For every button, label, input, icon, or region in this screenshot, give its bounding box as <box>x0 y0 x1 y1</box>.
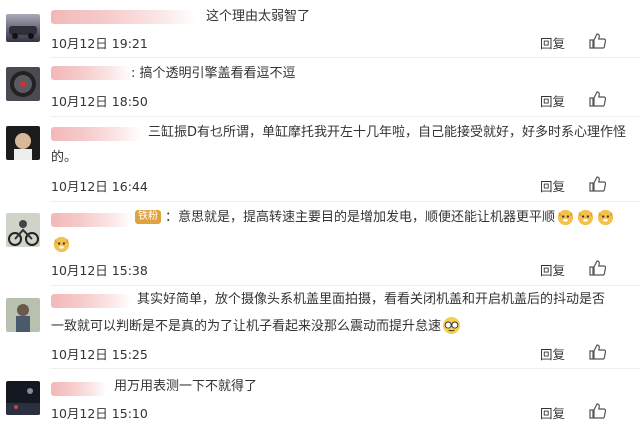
username[interactable] <box>51 382 106 396</box>
divider <box>51 116 640 117</box>
avatar[interactable] <box>6 14 40 42</box>
comment-text-line2: 的。 <box>51 150 78 165</box>
thumbs-up-icon[interactable] <box>589 260 606 276</box>
doge-emoji <box>577 209 594 226</box>
doge-emoji <box>53 236 70 253</box>
doge-emoji <box>557 209 574 226</box>
username[interactable] <box>51 66 131 80</box>
reply-button[interactable]: 回复 <box>540 403 565 422</box>
comment-text: 这个理由太弱智了 <box>206 9 311 24</box>
avatar[interactable] <box>6 126 40 160</box>
thumbs-up-icon[interactable] <box>589 403 606 419</box>
divider <box>51 57 640 58</box>
comment-date: 10月12日 15:25 <box>51 347 148 362</box>
comment-date: 10月12日 19:21 <box>51 36 148 51</box>
avatar[interactable] <box>6 298 40 332</box>
thumbs-up-icon[interactable] <box>589 33 606 49</box>
divider <box>51 201 640 202</box>
reply-button[interactable]: 回复 <box>540 91 565 110</box>
comment-date: 10月12日 16:44 <box>51 179 148 194</box>
comment-text: 用万用表测一下不就得了 <box>114 379 258 394</box>
thumbs-up-icon[interactable] <box>589 176 606 192</box>
username[interactable] <box>51 127 141 141</box>
reply-button[interactable]: 回复 <box>540 33 565 52</box>
comment-text: : 搞个透明引擎盖看看逗不逗 <box>131 66 296 81</box>
username[interactable] <box>51 294 131 308</box>
comment-text: 三缸振D有乜所谓，单缸摩托我开左十几年啦，自己能接受就好，好多时系心理作怪 <box>148 125 627 140</box>
comment-text: 其实好简单，放个摄像头系机盖里面拍摄，看看关闭机盖和开启机盖后的抖动是否 <box>137 292 606 307</box>
divider <box>51 285 640 286</box>
reply-button[interactable]: 回复 <box>540 344 565 363</box>
comment-text: 铁粉 ：意思就是，提高转速主要目的是增加发电，顺便还能让机器更平顺 <box>135 207 615 228</box>
username[interactable] <box>51 10 196 24</box>
comment-body: ：意思就是，提高转速主要目的是增加发电，顺便还能让机器更平顺 <box>165 210 556 225</box>
avatar[interactable] <box>6 67 40 101</box>
avatar[interactable] <box>6 381 40 415</box>
avatar[interactable] <box>6 213 40 247</box>
reply-button[interactable]: 回复 <box>540 260 565 279</box>
doge-emoji <box>597 209 614 226</box>
username[interactable] <box>51 213 131 227</box>
thumbs-up-icon[interactable] <box>589 344 606 360</box>
reply-button[interactable]: 回复 <box>540 176 565 195</box>
comment-date: 10月12日 15:38 <box>51 263 148 278</box>
comment-text-line2: 一致就可以判断是不是真的为了让机子看起来没那么震动而提升怠速 <box>51 316 461 337</box>
glasses-emoji <box>442 316 461 335</box>
thumbs-up-icon[interactable] <box>589 91 606 107</box>
comment-date: 10月12日 18:50 <box>51 94 148 109</box>
fan-badge: 铁粉 <box>135 210 161 224</box>
comment-date: 10月12日 15:10 <box>51 406 148 421</box>
divider <box>51 368 640 369</box>
comment-body: 一致就可以判断是不是真的为了让机子看起来没那么震动而提升怠速 <box>51 319 442 334</box>
